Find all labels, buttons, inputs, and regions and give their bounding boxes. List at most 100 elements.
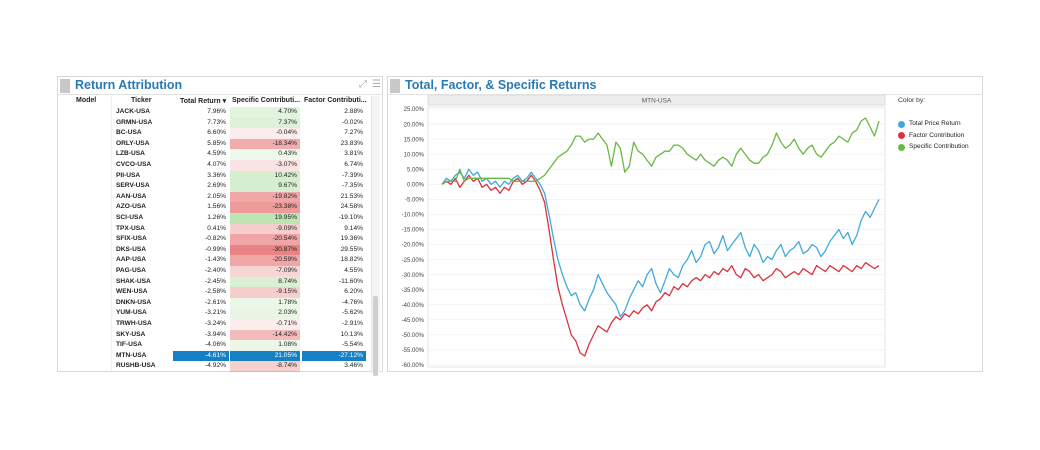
ticker-cell: SFIX-USA bbox=[116, 235, 147, 243]
specific-contribution-cell: -30.87% bbox=[230, 244, 300, 256]
specific-contribution-cell: 2.03% bbox=[230, 308, 300, 319]
factor-contribution-cell: 10.13% bbox=[340, 330, 363, 338]
ticker-cell: SCI-USA bbox=[116, 214, 144, 221]
total-return-cell: 7.73% bbox=[207, 118, 226, 126]
factor-contribution-cell: 23.83% bbox=[340, 139, 363, 147]
total-return-cell: -4.61% bbox=[173, 350, 229, 362]
returns-line-chart: MTN-USA 25.00% 20.00% 15.00% 10.00% 5.00% 0.00… bbox=[402, 95, 886, 369]
legend-item-specific-contribution[interactable]: Specific Contribution bbox=[898, 141, 969, 153]
total-return-cell: -2.40% bbox=[205, 267, 226, 274]
factor-contribution-cell: 3.46% bbox=[344, 362, 363, 370]
specific-contribution-cell: -9.15% bbox=[230, 287, 300, 298]
y-tick-label: 15.00% bbox=[404, 137, 425, 143]
sort-desc-icon: ▾ bbox=[222, 98, 227, 105]
specific-contribution-cell: -18.34% bbox=[230, 138, 300, 150]
returns-chart-panel: Total, Factor, & Specific Returns MTN-US… bbox=[387, 76, 983, 372]
table-row[interactable]: ORLY-USA 5.85% -18.34% 23.83% bbox=[58, 138, 372, 150]
y-tick-label: -50.00% bbox=[402, 333, 425, 339]
table-row[interactable]: TIF-USA -4.06% 1.08% -5.54% bbox=[58, 340, 372, 351]
y-tick-label: -40.00% bbox=[402, 303, 425, 309]
table-row[interactable]: MTN-USA -4.61% 21.05% -27.12% bbox=[58, 350, 372, 362]
column-header-specific-contribution[interactable]: Specific Contributi... bbox=[232, 97, 300, 104]
ticker-cell: GRMN-USA bbox=[116, 118, 153, 126]
legend-item-total-price-return[interactable]: Total Price Return bbox=[898, 118, 969, 130]
table-row[interactable]: GRMN-USA 7.73% 7.37% -0.02% bbox=[58, 117, 372, 129]
attribution-table: JACK-USA 7.96% 4.70% 2.88% GRMN-USA 7.73% 7.37… bbox=[58, 107, 372, 373]
factor-contribution-cell: -7.39% bbox=[342, 171, 363, 179]
specific-contribution-cell: 7.37% bbox=[230, 117, 300, 129]
table-row[interactable]: SCI-USA 1.26% 19.95% -19.10% bbox=[58, 213, 372, 224]
scrollbar-thumb[interactable] bbox=[373, 296, 378, 376]
y-tick-label: 5.00% bbox=[407, 167, 425, 173]
y-tick-label: 20.00% bbox=[404, 122, 425, 128]
specific-contribution-cell: -14.42% bbox=[230, 329, 300, 341]
series-color-swatch bbox=[898, 143, 905, 151]
ticker-cell: SERV-USA bbox=[116, 182, 150, 190]
expand-icon[interactable]: ⤢ bbox=[359, 80, 367, 90]
specific-contribution-cell: -20.54% bbox=[230, 234, 300, 245]
table-row[interactable]: DNKN-USA -2.61% 1.78% -4.76% bbox=[58, 297, 372, 309]
menu-icon[interactable]: ☰ bbox=[372, 80, 381, 90]
table-row[interactable]: SERV-USA 2.69% 9.67% -7.35% bbox=[58, 181, 372, 192]
column-header-model[interactable]: Model bbox=[76, 97, 96, 104]
ticker-cell: WEN-USA bbox=[116, 288, 148, 296]
specific-contribution-cell: -0.71% bbox=[230, 319, 300, 330]
factor-contribution-cell: -19.10% bbox=[338, 214, 363, 221]
table-row[interactable]: TRWH-USA -3.24% -0.71% -2.91% bbox=[58, 319, 372, 330]
factor-contribution-cell: -5.62% bbox=[342, 309, 363, 317]
factor-contribution-cell: 19.36% bbox=[340, 235, 363, 243]
factor-contribution-cell: -11.60% bbox=[338, 277, 363, 285]
total-return-cell: 2.05% bbox=[207, 192, 226, 200]
specific-contribution-cell: 10.42% bbox=[230, 170, 300, 182]
table-row[interactable]: YUM-USA -3.21% 2.03% -5.62% bbox=[58, 308, 372, 319]
factor-contribution-cell: -0.02% bbox=[342, 118, 363, 126]
y-tick-label: -15.00% bbox=[402, 228, 425, 234]
ticker-cell: AAN-USA bbox=[116, 192, 147, 200]
legend-label: Factor Contribution bbox=[909, 131, 965, 139]
column-header-ticker[interactable]: Ticker bbox=[131, 97, 152, 104]
table-row[interactable]: RUSHB-USA -4.92% -8.74% 3.46% bbox=[58, 361, 372, 372]
table-row[interactable]: DKS-USA -0.99% -30.87% 29.55% bbox=[58, 244, 372, 256]
total-return-cell: 1.26% bbox=[207, 214, 226, 221]
table-row[interactable]: LZB-USA 4.59% 0.43% 3.81% bbox=[58, 149, 372, 160]
table-row[interactable]: AAN-USA 2.05% -19.82% 21.53% bbox=[58, 191, 372, 203]
table-row[interactable]: JACK-USA 7.96% 4.70% 2.88% bbox=[58, 107, 372, 118]
table-row[interactable]: PII-USA 3.36% 10.42% -7.39% bbox=[58, 170, 372, 182]
ticker-cell: RUSHB-USA bbox=[116, 362, 156, 370]
table-row[interactable]: SKY-USA -3.94% -14.42% 10.13% bbox=[58, 329, 372, 341]
column-header-total-return[interactable]: Total Return ▾ bbox=[180, 97, 226, 105]
ticker-cell: MTN-USA bbox=[116, 351, 147, 359]
factor-contribution-cell: 3.81% bbox=[344, 150, 363, 158]
table-scrollbar[interactable] bbox=[371, 96, 380, 376]
total-return-cell: 5.85% bbox=[207, 139, 226, 147]
legend-item-factor-contribution[interactable]: Factor Contribution bbox=[898, 130, 969, 142]
table-row[interactable]: SHAK-USA -2.45% 8.74% -11.60% bbox=[58, 276, 372, 288]
drag-handle[interactable] bbox=[60, 79, 70, 93]
table-row[interactable]: WEN-USA -2.58% -9.15% 6.20% bbox=[58, 287, 372, 298]
total-return-cell: -3.94% bbox=[205, 330, 226, 338]
table-row[interactable]: TPX-USA 0.41% -9.09% 9.14% bbox=[58, 223, 372, 235]
factor-contribution-cell: -7.35% bbox=[342, 182, 363, 190]
ticker-cell: CVCO-USA bbox=[116, 161, 152, 168]
chart-legend: Color by: Total Price Return Factor Cont… bbox=[898, 97, 969, 153]
table-row[interactable]: BC-USA 6.60% -0.04% 7.27% bbox=[58, 128, 372, 139]
factor-contribution-cell: 6.74% bbox=[344, 161, 363, 168]
drag-handle[interactable] bbox=[390, 79, 400, 93]
table-row[interactable]: AZO-USA 1.56% -23.38% 24.58% bbox=[58, 202, 372, 213]
plot-area bbox=[427, 106, 886, 368]
ticker-cell: PII-USA bbox=[116, 171, 141, 179]
factor-contribution-cell: 18.82% bbox=[340, 256, 363, 264]
factor-contribution-cell: 2.88% bbox=[344, 108, 363, 115]
table-row[interactable]: CVCO-USA 4.07% -3.07% 6.74% bbox=[58, 160, 372, 171]
y-tick-label: -35.00% bbox=[402, 288, 425, 294]
table-row[interactable]: SFIX-USA -0.82% -20.54% 19.36% bbox=[58, 234, 372, 245]
total-return-cell: 6.60% bbox=[207, 129, 226, 137]
column-header-factor-contribution[interactable]: Factor Contributi... bbox=[304, 97, 367, 104]
table-row[interactable]: AAP-USA -1.43% -20.59% 18.82% bbox=[58, 255, 372, 266]
ticker-cell: TPX-USA bbox=[116, 224, 145, 232]
table-row[interactable]: PAG-USA -2.40% -7.09% 4.55% bbox=[58, 266, 372, 277]
specific-contribution-cell: -19.82% bbox=[230, 191, 300, 203]
panel-header: Total, Factor, & Specific Returns bbox=[388, 77, 982, 95]
specific-contribution-cell: 21.05% bbox=[230, 350, 300, 362]
legend-title: Color by: bbox=[898, 97, 926, 104]
